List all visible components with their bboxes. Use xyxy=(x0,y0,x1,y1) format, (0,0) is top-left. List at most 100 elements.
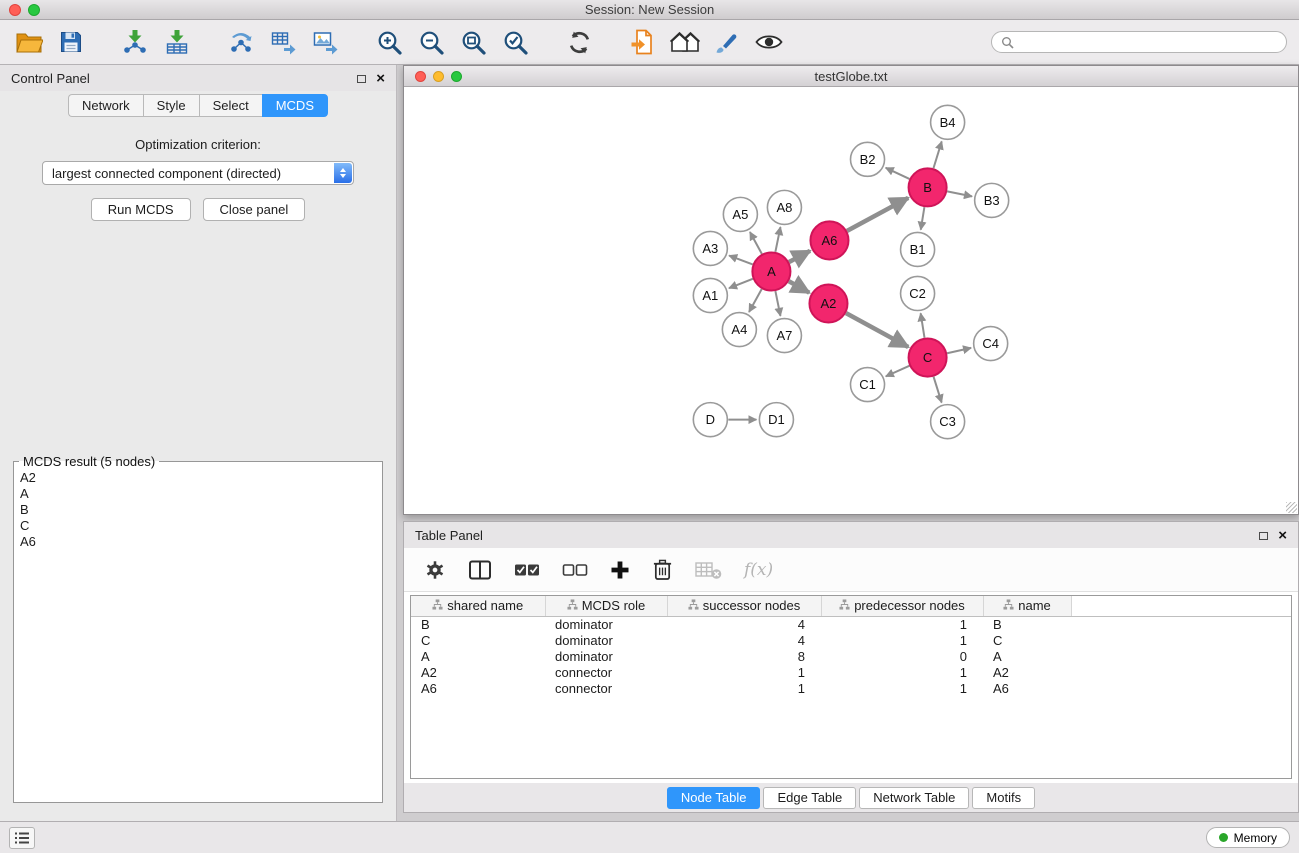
table-cell[interactable]: 1 xyxy=(667,680,821,696)
table-cell[interactable]: A2 xyxy=(983,664,1071,680)
mcds-result-item[interactable]: A xyxy=(20,486,376,502)
tab-network-table[interactable]: Network Table xyxy=(859,787,969,809)
graph-node-C[interactable]: C xyxy=(909,339,947,377)
table-row[interactable]: Cdominator41C xyxy=(411,632,1291,648)
network-minimize-button[interactable] xyxy=(433,71,444,82)
open-file-button[interactable] xyxy=(626,24,660,60)
search-box[interactable] xyxy=(991,31,1287,53)
table-cell[interactable]: 8 xyxy=(667,648,821,664)
graph-edge[interactable] xyxy=(729,279,753,288)
graph-edge[interactable] xyxy=(789,281,809,292)
apply-style-button[interactable] xyxy=(710,24,744,60)
graph-node-C4[interactable]: C4 xyxy=(974,327,1008,361)
tab-style[interactable]: Style xyxy=(143,94,199,117)
table-cell[interactable]: 1 xyxy=(821,616,983,632)
delete-rows-button[interactable] xyxy=(652,558,673,581)
graph-node-A4[interactable]: A4 xyxy=(722,313,756,347)
zoom-out-button[interactable] xyxy=(414,24,448,60)
table-cell[interactable]: 1 xyxy=(821,680,983,696)
table-cell[interactable]: B xyxy=(983,616,1071,632)
graph-edge[interactable] xyxy=(886,168,910,179)
zoom-selected-button[interactable] xyxy=(498,24,532,60)
open-session-button[interactable] xyxy=(12,24,46,60)
table-row[interactable]: A2connector11A2 xyxy=(411,664,1291,680)
close-panel-icon[interactable]: × xyxy=(376,71,385,86)
export-table-button[interactable] xyxy=(266,24,300,60)
graph-node-A3[interactable]: A3 xyxy=(693,231,727,265)
table-cell[interactable]: A6 xyxy=(411,680,545,696)
graph-node-A[interactable]: A xyxy=(752,252,790,290)
tab-mcds[interactable]: MCDS xyxy=(262,94,328,117)
zoom-in-button[interactable] xyxy=(372,24,406,60)
graph-edge[interactable] xyxy=(847,198,908,231)
tab-network[interactable]: Network xyxy=(68,94,143,117)
add-row-button[interactable] xyxy=(610,560,630,580)
table-cell[interactable]: 1 xyxy=(821,664,983,680)
network-zoom-button[interactable] xyxy=(451,71,462,82)
graph-edge[interactable] xyxy=(921,313,925,338)
graph-edge[interactable] xyxy=(947,191,972,196)
tab-edge-table[interactable]: Edge Table xyxy=(763,787,856,809)
table-cell[interactable]: 1 xyxy=(667,664,821,680)
mcds-result-item[interactable]: A6 xyxy=(20,534,376,550)
import-network-button[interactable] xyxy=(118,24,152,60)
table-cell[interactable]: A2 xyxy=(411,664,545,680)
refresh-view-button[interactable] xyxy=(562,24,596,60)
delete-table-button[interactable] xyxy=(695,560,722,580)
graph-edge[interactable] xyxy=(775,227,780,252)
column-header-successor-nodes[interactable]: successor nodes xyxy=(667,596,821,616)
function-builder-button[interactable]: f(x) xyxy=(744,560,773,580)
table-cell[interactable]: C xyxy=(411,632,545,648)
graph-edge[interactable] xyxy=(886,366,910,377)
graph-edge[interactable] xyxy=(846,313,908,347)
close-panel-button[interactable]: Close panel xyxy=(203,198,306,221)
task-history-button[interactable] xyxy=(9,827,35,849)
float-table-panel-icon[interactable] xyxy=(1259,528,1268,543)
export-network-button[interactable] xyxy=(224,24,258,60)
graph-edge[interactable] xyxy=(749,289,762,312)
table-row[interactable]: Adominator80A xyxy=(411,648,1291,664)
table-cell[interactable]: 1 xyxy=(821,632,983,648)
network-close-button[interactable] xyxy=(415,71,426,82)
float-panel-icon[interactable] xyxy=(357,71,366,86)
column-header-mcds-role[interactable]: MCDS role xyxy=(545,596,667,616)
table-cell[interactable]: A xyxy=(411,648,545,664)
table-cell[interactable]: dominator xyxy=(545,648,667,664)
memory-button[interactable]: Memory xyxy=(1206,827,1290,848)
graph-node-A1[interactable]: A1 xyxy=(693,278,727,312)
graph-edge[interactable] xyxy=(775,291,780,316)
save-session-button[interactable] xyxy=(54,24,88,60)
import-table-button[interactable] xyxy=(160,24,194,60)
table-cell[interactable]: A6 xyxy=(983,680,1071,696)
table-row[interactable]: A6connector11A6 xyxy=(411,680,1291,696)
graph-edge[interactable] xyxy=(933,141,941,168)
close-window-button[interactable] xyxy=(9,4,21,16)
mcds-result-list[interactable]: A2ABCA6 xyxy=(14,469,382,798)
home-button[interactable] xyxy=(668,24,702,60)
graph-edge[interactable] xyxy=(729,256,753,265)
graph-edge[interactable] xyxy=(789,251,810,262)
search-input[interactable] xyxy=(1020,35,1277,49)
graph-node-C1[interactable]: C1 xyxy=(850,368,884,402)
zoom-fit-button[interactable] xyxy=(456,24,490,60)
tab-motifs[interactable]: Motifs xyxy=(972,787,1035,809)
graph-node-B2[interactable]: B2 xyxy=(850,142,884,176)
show-details-button[interactable] xyxy=(752,24,786,60)
tab-node-table[interactable]: Node Table xyxy=(667,787,761,809)
graph-node-C3[interactable]: C3 xyxy=(931,405,965,439)
table-cell[interactable]: connector xyxy=(545,680,667,696)
graph-node-A2[interactable]: A2 xyxy=(809,284,847,322)
network-canvas[interactable]: B4B2BB3A8A5A6A3B1AC2A1A2A4A7C4CC1DD1C3 xyxy=(404,87,1298,514)
column-header-predecessor-nodes[interactable]: predecessor nodes xyxy=(821,596,983,616)
tab-select[interactable]: Select xyxy=(199,94,262,117)
graph-edge[interactable] xyxy=(934,377,942,403)
graph-node-A6[interactable]: A6 xyxy=(810,221,848,259)
mcds-result-item[interactable]: B xyxy=(20,502,376,518)
resize-grip[interactable] xyxy=(1286,502,1297,513)
graph-node-A8[interactable]: A8 xyxy=(767,190,801,224)
graph-node-A7[interactable]: A7 xyxy=(767,319,801,353)
mcds-result-item[interactable]: C xyxy=(20,518,376,534)
graph-node-D1[interactable]: D1 xyxy=(759,403,793,437)
column-header-name[interactable]: name xyxy=(983,596,1071,616)
close-table-panel-icon[interactable]: × xyxy=(1278,528,1287,543)
